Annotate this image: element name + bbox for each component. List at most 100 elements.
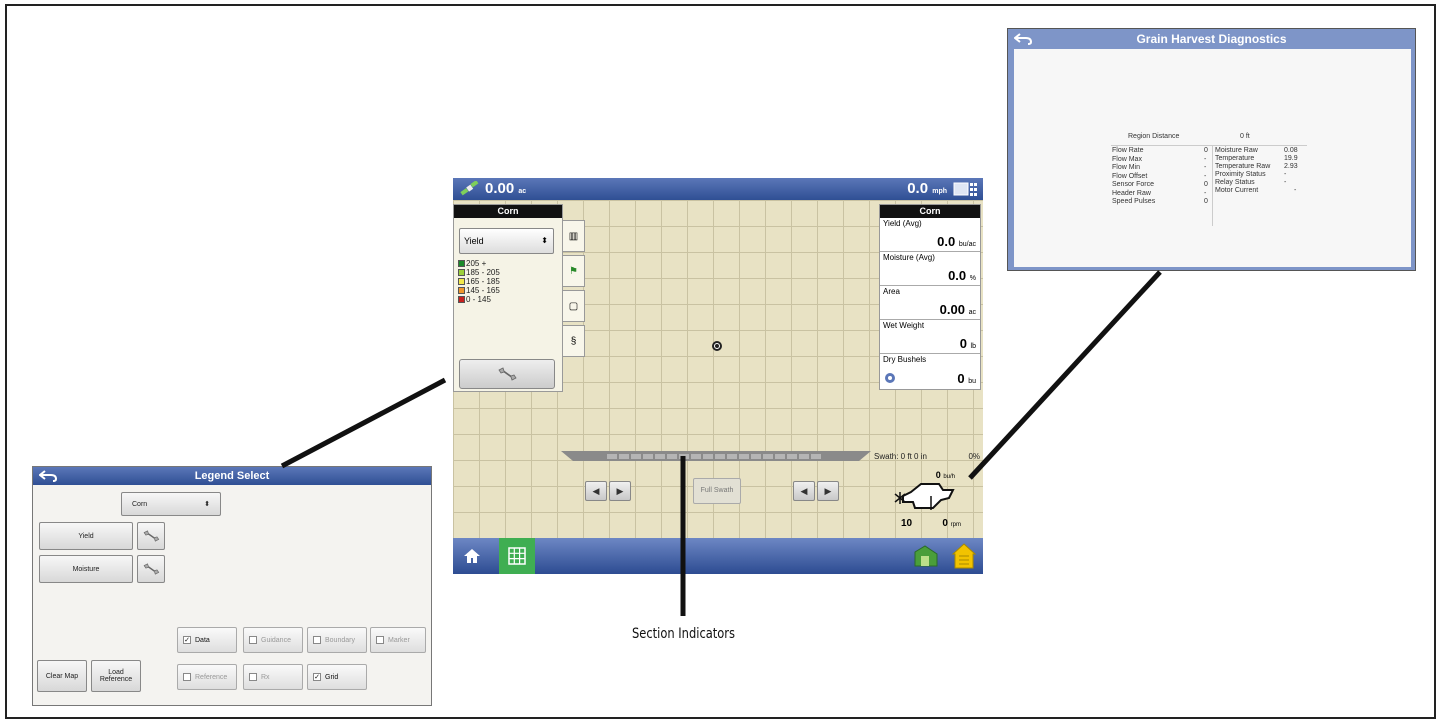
- area-readout: 0.00 ac: [485, 180, 527, 197]
- diagnostics-body: Region Distance 0 ft Flow Rate Flow Max Fl…: [1014, 49, 1411, 267]
- top-bar: 0.00 ac 0.0 mph: [453, 178, 983, 200]
- home-icon: [464, 549, 480, 563]
- map-side-tabs: ▥ ⚑ ▢ §: [563, 220, 587, 360]
- region-distance-label: Region Distance: [1128, 133, 1180, 140]
- combine-icon: [894, 483, 955, 510]
- region-distance-value: 0 ft: [1240, 133, 1250, 140]
- bottom-bar: [453, 538, 983, 574]
- guidance-checkbox[interactable]: Guidance: [243, 627, 303, 653]
- diagnostics-right-values: 0.08 19.9 2.93 ---: [1284, 147, 1298, 194]
- checkbox-icon: [313, 636, 321, 644]
- full-swath-button[interactable]: Full Swath: [693, 478, 741, 504]
- right-section-right-button[interactable]: ▶: [817, 481, 839, 501]
- summary-panel-header: Corn: [880, 205, 980, 218]
- speed-readout: 0.0 mph: [907, 180, 947, 197]
- dry-bushels-icon: [885, 373, 895, 383]
- checkbox-icon: [183, 673, 191, 681]
- diagnostics-column-divider: [1212, 146, 1213, 226]
- left-section-left-button[interactable]: ◀: [585, 481, 607, 501]
- checkbox-icon: [249, 673, 257, 681]
- checkbox-icon: [249, 636, 257, 644]
- legend-swatch: [458, 278, 465, 285]
- summary-yield[interactable]: Yield (Avg) 0.0 bu/ac: [880, 218, 980, 252]
- legend-range: 0 - 145: [458, 295, 500, 304]
- legend-swatch: [458, 260, 465, 267]
- legend-list: 205 + 185 - 205 165 - 185 145 - 165 0 - …: [458, 259, 500, 304]
- select-arrow-icon: ⬍: [204, 501, 210, 508]
- tab-guidance[interactable]: §: [563, 325, 585, 357]
- legend-range: 185 - 205: [458, 268, 500, 277]
- home-button[interactable]: [457, 542, 487, 570]
- map-view-button[interactable]: [499, 538, 535, 574]
- moisture-legend-button[interactable]: Moisture: [39, 555, 133, 583]
- diagnostics-left-labels: Flow Rate Flow Max Flow Min Flow Offset Sen…: [1112, 147, 1156, 205]
- legend-swatch: [458, 296, 465, 303]
- legend-swatch: [458, 269, 465, 276]
- grid-checkbox[interactable]: ✓ Grid: [307, 664, 367, 690]
- legend-range: 145 - 165: [458, 286, 500, 295]
- legend-select-dialog: Legend Select Corn ⬍ Yield Moisture ✓ Data…: [32, 466, 432, 706]
- rpm-readout: 0 rpm: [942, 518, 961, 529]
- legend-panel-header: Corn: [454, 205, 562, 218]
- summary-moisture[interactable]: Moisture (Avg) 0.0 %: [880, 252, 980, 286]
- left-section-right-button[interactable]: ▶: [609, 481, 631, 501]
- tab-boundary[interactable]: ▢: [563, 290, 585, 322]
- section-indicators-bar: [561, 451, 871, 461]
- crop-select[interactable]: Corn ⬍: [121, 492, 221, 516]
- back-icon[interactable]: [1014, 33, 1032, 45]
- boundary-icon: ▢: [568, 300, 579, 312]
- back-icon[interactable]: [39, 470, 57, 482]
- wrench-icon: [143, 530, 160, 542]
- load-reference-button[interactable]: Load Reference: [91, 660, 141, 692]
- swath-percent: 0%: [968, 452, 980, 461]
- map-legend-panel: Corn Yield ⬍ 205 + 185 - 205 165 - 185 14…: [453, 204, 563, 392]
- yield-legend-button[interactable]: Yield: [39, 522, 133, 550]
- guidance-icon: §: [570, 335, 577, 347]
- checkbox-checked-icon: ✓: [183, 636, 191, 644]
- combine-status[interactable]: 0 bu/h 10 0 rpm: [871, 466, 981, 536]
- moisture-legend-settings-button[interactable]: [137, 555, 165, 583]
- diagnostics-title: Grain Harvest Diagnostics: [1136, 32, 1287, 46]
- section-indicators-caption: Section Indicators: [632, 626, 736, 642]
- marker-checkbox[interactable]: Marker: [370, 627, 426, 653]
- diagnostics-divider: [1111, 145, 1307, 146]
- header-readout: 10: [901, 518, 913, 529]
- gps-satellite-icon[interactable]: [459, 181, 479, 197]
- data-checkbox[interactable]: ✓ Data: [177, 627, 237, 653]
- swath-readout: Swath: 0 ft 0 in: [874, 452, 927, 461]
- legend-range: 205 +: [458, 259, 500, 268]
- checkbox-checked-icon: ✓: [313, 673, 321, 681]
- diagnostics-right-labels: Moisture Raw Temperature Temperature Raw P…: [1215, 147, 1271, 194]
- yield-legend-settings-button[interactable]: [137, 522, 165, 550]
- layer-select[interactable]: Yield ⬍: [459, 228, 554, 254]
- tab-legend[interactable]: ▥: [563, 220, 585, 252]
- grid-icon: [508, 547, 526, 565]
- harvest-summary-panel: Corn Yield (Avg) 0.0 bu/ac Moisture (Avg)…: [879, 204, 981, 390]
- field-operations-icon[interactable]: [911, 542, 941, 570]
- right-section-left-button[interactable]: ◀: [793, 481, 815, 501]
- legend-select-title: Legend Select: [194, 470, 270, 482]
- legend-settings-button[interactable]: [459, 359, 555, 389]
- checkbox-icon: [376, 636, 384, 644]
- display-menu-icon[interactable]: [953, 181, 979, 197]
- rx-checkbox[interactable]: Rx: [243, 664, 303, 690]
- legend-swatch: [458, 287, 465, 294]
- legend-tab-icon: ▥: [568, 230, 579, 242]
- vehicle-position-icon: [712, 341, 722, 351]
- diagnostics-title-bar: Grain Harvest Diagnostics: [1008, 29, 1415, 49]
- diagnostics-left-values: 0-- -0- 0: [1204, 147, 1208, 205]
- wrench-icon: [498, 367, 517, 381]
- clear-map-button[interactable]: Clear Map: [37, 660, 87, 692]
- select-arrow-icon: ⬍: [541, 236, 548, 245]
- reference-checkbox[interactable]: Reference: [177, 664, 237, 690]
- grain-harvest-diagnostics-dialog: Grain Harvest Diagnostics Region Distanc…: [1007, 28, 1416, 271]
- wrench-icon: [143, 563, 160, 575]
- summary-area[interactable]: Area 0.00 ac: [880, 286, 980, 320]
- summary-wet-weight[interactable]: Wet Weight 0 lb: [880, 320, 980, 354]
- harvest-bin-icon[interactable]: [951, 542, 977, 570]
- boundary-checkbox[interactable]: Boundary: [307, 627, 367, 653]
- main-display: 0.00 ac 0.0 mph Corn Yield ⬍ 205 + 185 - …: [453, 178, 983, 574]
- legend-range: 165 - 185: [458, 277, 500, 286]
- tab-marker[interactable]: ⚑: [563, 255, 585, 287]
- summary-dry-bushels[interactable]: Dry Bushels 0 bu: [880, 354, 980, 388]
